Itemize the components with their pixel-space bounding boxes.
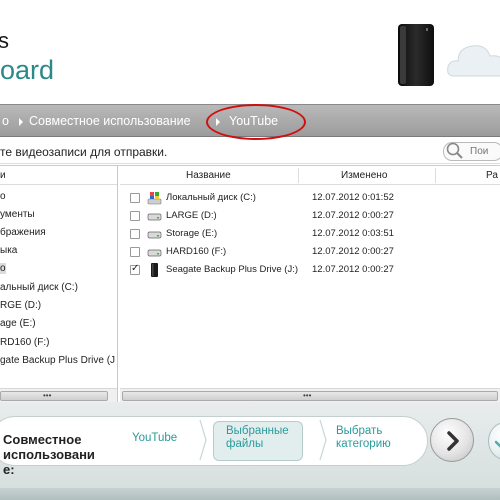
column-header-size[interactable]: Ра [486,170,498,181]
tree-item[interactable]: о [0,191,6,202]
row-modified: 12.07.2012 0:00:27 [312,264,394,275]
step-chevron-icon [199,419,207,461]
row-modified: 12.07.2012 0:00:27 [312,246,394,257]
breadcrumb-separator-icon [19,118,23,126]
horizontal-scrollbar[interactable]: ••• [120,388,500,402]
external-drive-image [398,24,434,86]
column-divider[interactable] [435,168,436,183]
hard-drive-icon [147,213,162,221]
tree-item[interactable]: RGE (D:) [0,300,41,311]
footer-bar [0,488,500,500]
table-row[interactable]: Storage (E:) 12.07.2012 0:03:51 [120,225,500,243]
next-button[interactable] [430,418,474,462]
breadcrumb-item-sharing[interactable]: Совместное использование [29,114,191,128]
tree-item[interactable]: RD160 (F:) [0,337,49,348]
row-name: Локальный диск (C:) [166,192,256,203]
folder-tree: и о ументы бражения ыка о альный диск (C… [0,166,118,403]
table-row[interactable]: HARD160 (F:) 12.07.2012 0:00:27 [120,243,500,261]
row-modified: 12.07.2012 0:01:52 [312,192,394,203]
wizard-step-youtube[interactable]: YouTube [132,432,177,444]
wizard-step-title: Совместное использовани е: [3,432,95,477]
check-icon [494,440,500,448]
file-list-header [120,166,500,185]
wizard-step-title-line: Совместное [3,432,82,447]
row-checkbox[interactable] [130,229,140,239]
external-drive-icon [151,263,158,277]
row-checkbox[interactable] [130,247,140,257]
row-name: HARD160 (F:) [166,246,227,257]
tree-item[interactable]: age (E:) [0,318,36,329]
tree-item[interactable]: ыка [0,245,17,256]
row-checkbox[interactable] [130,193,140,203]
cloud-image [447,45,500,77]
wizard-step-title-line: использовани [3,447,95,462]
tree-item[interactable]: альный диск (C:) [0,282,78,293]
browser-panel: и о ументы бражения ыка о альный диск (C… [0,165,500,403]
hard-drive-icon [147,231,162,239]
row-checkbox-checked[interactable] [130,263,140,275]
brand-name: oard [0,55,55,85]
wizard-step-selected-files[interactable]: Выбранные файлы [226,425,289,451]
highlight-annotation [206,104,306,140]
scrollbar-thumb[interactable]: ••• [0,391,108,401]
scrollbar-grip: ••• [43,391,52,400]
scrollbar-thumb[interactable]: ••• [122,391,498,401]
column-header-modified[interactable]: Изменено [341,170,387,181]
column-divider[interactable] [298,168,299,183]
row-checkbox[interactable] [130,211,140,221]
table-row[interactable]: Seagate Backup Plus Drive (J:) 12.07.201… [120,261,500,279]
table-row[interactable]: Локальный диск (C:) 12.07.2012 0:01:52 [120,189,500,207]
folder-tree-header: и [0,166,117,185]
row-name: Seagate Backup Plus Drive (J:) [166,264,299,275]
search-input[interactable] [470,144,500,158]
brand-top-text: s [0,28,9,53]
tree-item[interactable]: gate Backup Plus Drive (J [0,355,115,366]
breadcrumb-item-root[interactable]: о [2,114,9,128]
wizard-step-label-line: категорию [336,438,391,450]
tree-item[interactable]: ументы [0,209,35,220]
tree-item-selected[interactable]: о [0,263,6,274]
row-modified: 12.07.2012 0:03:51 [312,228,394,239]
wizard-step-label-line: Выбрать [336,425,383,437]
horizontal-scrollbar[interactable]: ••• [0,388,117,402]
scrollbar-grip: ••• [303,391,312,400]
wizard-step-label-line: Выбранные [226,425,289,437]
hard-drive-icon [147,249,162,257]
wizard-step-label-line: файлы [226,438,264,450]
row-modified: 12.07.2012 0:00:27 [312,210,394,221]
file-list: Название Изменено Ра Локальный диск (C:)… [120,166,500,403]
step-chevron-icon [319,419,327,461]
row-name: LARGE (D:) [166,210,217,221]
column-header-name[interactable]: Название [186,170,231,181]
app-header: s oard [0,0,500,102]
search-icon[interactable] [444,141,464,161]
wizard-step-title-line: е: [3,462,15,477]
chevron-right-icon [447,431,459,451]
row-name: Storage (E:) [166,228,218,239]
system-drive-icon [147,192,162,205]
folder-tree-header-label: и [0,170,6,181]
table-row[interactable]: LARGE (D:) 12.07.2012 0:00:27 [120,207,500,225]
wizard-step-choose-category[interactable]: Выбрать категорию [336,425,391,451]
instruction-text: те видеозаписи для отправки. [0,145,168,159]
instruction-row: те видеозаписи для отправки. [0,140,500,164]
tree-item[interactable]: бражения [0,227,46,238]
